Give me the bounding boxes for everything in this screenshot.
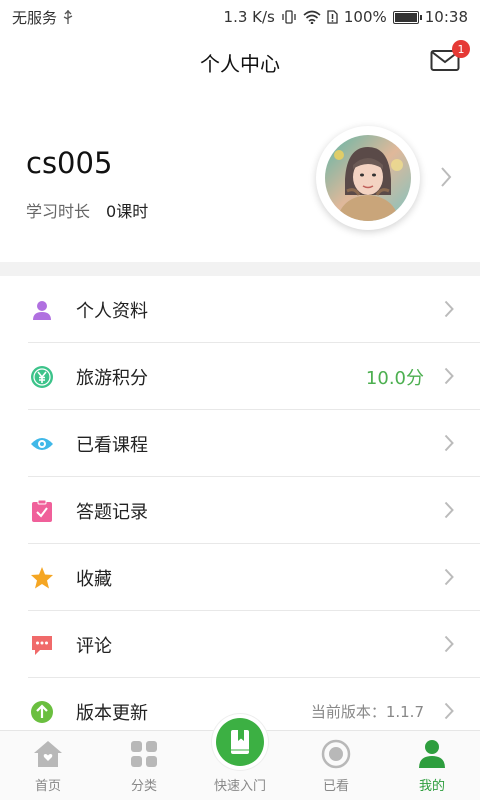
chevron-right-icon — [444, 434, 454, 456]
nav-label: 快速入门 — [213, 779, 266, 794]
clipboard-check-icon — [30, 499, 54, 523]
study-duration: 学习时长 0课时 — [26, 198, 148, 222]
profile-card[interactable]: cs005 学习时长 0课时 — [0, 96, 480, 262]
clock: 10:38 — [424, 8, 468, 26]
fab-circle — [216, 718, 264, 766]
book-icon — [231, 730, 249, 754]
wifi-icon — [303, 9, 321, 25]
nav-label: 首页 — [34, 779, 61, 794]
points-value: 10.0分 — [365, 367, 424, 389]
menu-item-label: 旅游积分 — [76, 367, 148, 389]
menu-item-label: 已看课程 — [76, 434, 148, 456]
nav-mine[interactable]: 我的 — [384, 731, 480, 800]
menu-list: 个人资料 旅游积分 10.0分 已看课程 答题记录 收藏 评论 版本更新 当前版… — [0, 276, 480, 745]
upload-arrow-icon — [30, 700, 54, 724]
vibrate-icon — [281, 9, 297, 25]
menu-item-watched-courses[interactable]: 已看课程 — [0, 410, 480, 477]
usb-icon — [63, 9, 73, 25]
battery-icon — [392, 10, 422, 24]
chevron-right-icon — [444, 702, 454, 724]
messages-button[interactable]: 1 — [430, 40, 470, 74]
battery-percent: 100% — [343, 8, 387, 26]
menu-item-label: 版本更新 — [76, 702, 148, 724]
status-bar: 无服务 1.3 K/s 100% 10:38 — [0, 0, 480, 34]
page-header: 个人中心 1 — [0, 34, 480, 90]
menu-item-comments[interactable]: 评论 — [0, 611, 480, 678]
section-divider — [0, 262, 480, 276]
chevron-right-icon — [440, 166, 452, 192]
menu-item-label: 答题记录 — [76, 501, 148, 523]
nav-label: 我的 — [418, 779, 445, 794]
star-icon — [30, 566, 54, 590]
menu-item-label: 收藏 — [76, 568, 112, 590]
study-duration-value: 0课时 — [106, 202, 149, 221]
menu-item-answer-records[interactable]: 答题记录 — [0, 477, 480, 544]
chevron-right-icon — [444, 568, 454, 590]
sim-alert-icon — [327, 9, 338, 25]
menu-item-label: 评论 — [76, 635, 112, 657]
chevron-right-icon — [444, 635, 454, 657]
nav-label: 分类 — [130, 779, 157, 794]
carrier-text: 无服务 — [12, 8, 58, 27]
grid-icon — [129, 739, 159, 769]
yuan-icon — [30, 365, 54, 389]
comment-icon — [30, 633, 54, 657]
nav-watched[interactable]: 已看 — [288, 731, 384, 800]
nav-label: 已看 — [322, 779, 349, 794]
study-duration-label: 学习时长 — [26, 202, 91, 221]
network-speed: 1.3 K/s — [223, 8, 275, 26]
page-title: 个人中心 — [200, 51, 280, 76]
unread-badge: 1 — [452, 40, 470, 58]
eye-icon — [30, 432, 54, 456]
menu-item-favorites[interactable]: 收藏 — [0, 544, 480, 611]
menu-item-travel-points[interactable]: 旅游积分 10.0分 — [0, 343, 480, 410]
person-icon — [30, 298, 54, 322]
avatar[interactable] — [316, 126, 420, 230]
avatar-image — [325, 135, 411, 221]
chevron-right-icon — [444, 367, 454, 389]
username: cs005 — [26, 146, 113, 180]
user-icon — [417, 739, 447, 769]
nav-category[interactable]: 分类 — [96, 731, 192, 800]
current-version: 当前版本：1.1.7 — [310, 703, 424, 721]
chevron-right-icon — [444, 501, 454, 523]
chevron-right-icon — [444, 300, 454, 322]
record-icon — [321, 739, 351, 769]
menu-item-profile-info[interactable]: 个人资料 — [0, 276, 480, 343]
menu-item-label: 个人资料 — [76, 300, 148, 322]
quick-start-button[interactable] — [212, 714, 268, 770]
nav-home[interactable]: 首页 — [0, 731, 96, 800]
home-icon — [33, 739, 63, 769]
